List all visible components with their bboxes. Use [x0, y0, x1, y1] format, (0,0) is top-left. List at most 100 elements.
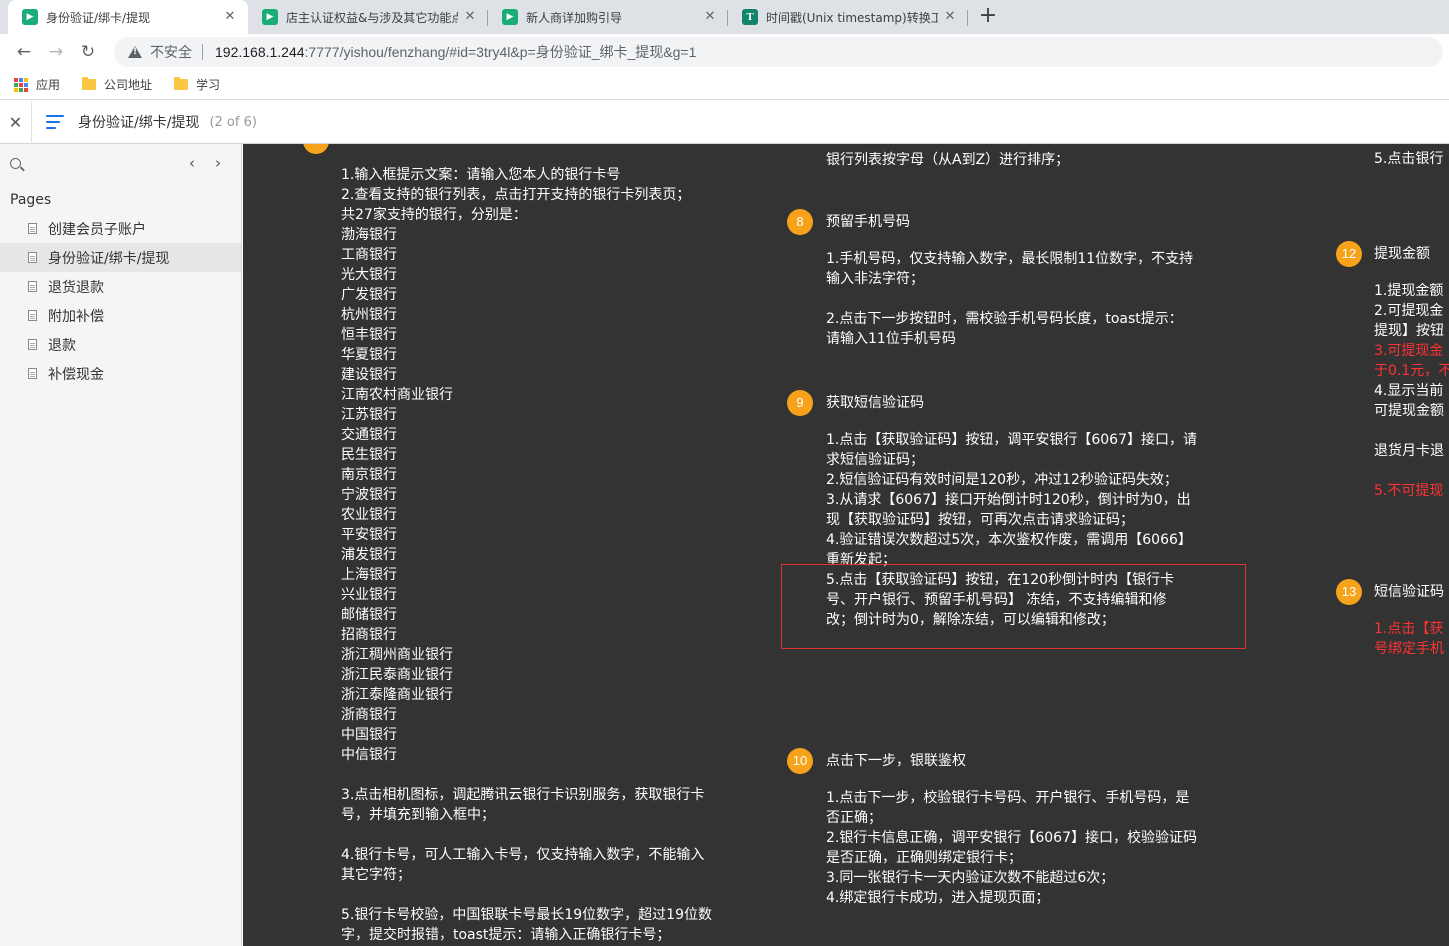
bank-card-notes: 1.输入框提示文案：请输入您本人的银行卡号 2.查看支持的银行列表，点击打开支持的… [341, 165, 712, 945]
sidebar-item-label: 退货退款 [48, 279, 104, 296]
note-line: 杭州银行 [341, 307, 397, 323]
sidebar-item-create-member[interactable]: 创建会员子账户 [0, 214, 241, 243]
note-line: 2.可提现金 [1374, 303, 1444, 319]
search-icon[interactable] [10, 157, 21, 169]
tab-title: 店主认证权益&与涉及其它功能点 [286, 10, 458, 25]
note-line: 5.点击银行 [1374, 151, 1444, 167]
section-title: 获取短信验证码 [826, 395, 924, 411]
browser-tab-3[interactable]: ▶ 新人商详加购引导 ✕ [488, 0, 728, 34]
folder-icon [82, 77, 97, 90]
sidebar-item-return-refund[interactable]: 退货退款 [0, 272, 241, 301]
note-line: 招商银行 [341, 627, 397, 643]
sidebar-item-refund[interactable]: 退款 [0, 330, 241, 359]
note-line: 4.显示当前 [1374, 383, 1444, 399]
note-line: 3.可提现金 [1374, 343, 1444, 359]
note-line: 2.点击下一步按钮时，需校验手机号码长度，toast提示： [826, 311, 1183, 327]
axure-icon: ▶ [502, 9, 518, 25]
sidebar-item-label: 身份验证/绑卡/提现 [48, 250, 170, 267]
bookmark-folder-study[interactable]: 学习 [174, 76, 220, 93]
note-line: 浦发银行 [341, 547, 397, 563]
note-line: 1.输入框提示文案：请输入您本人的银行卡号 [341, 167, 621, 183]
note-line [341, 765, 712, 785]
note-line: 光大银行 [341, 267, 397, 283]
tab-strip: ▶ 身份验证/绑卡/提现 ✕ ▶ 店主认证权益&与涉及其它功能点 ✕ ▶ 新人商… [0, 0, 1449, 34]
close-sidebar-icon[interactable]: ✕ [0, 100, 32, 144]
note-line: 江南农村商业银行 [341, 387, 453, 403]
note-line: 输入非法字符； [826, 271, 924, 287]
browser-tab-2[interactable]: ▶ 店主认证权益&与涉及其它功能点 ✕ [248, 0, 488, 34]
note-line: 宁波银行 [341, 487, 397, 503]
section-badge [303, 144, 329, 154]
warning-icon[interactable] [128, 46, 142, 58]
close-tab-icon[interactable]: ✕ [702, 9, 718, 25]
note-line: 否正确； [826, 810, 882, 826]
note-line: 华夏银行 [341, 347, 397, 363]
next-page-icon[interactable]: › [205, 154, 231, 172]
t-icon: T [742, 9, 758, 25]
note-line [341, 885, 712, 905]
note-line: 2.短信验证码有效时间是120秒，冲过12秒验证码失效； [826, 472, 1178, 488]
menu-icon[interactable] [46, 111, 64, 133]
note-line: 建设银行 [341, 367, 397, 383]
page-count: (2 of 6) [209, 114, 257, 130]
note-line [341, 825, 712, 845]
url-host: 192.168.1.244 [215, 44, 305, 60]
back-icon[interactable]: ← [10, 38, 38, 66]
bookmark-folder-company[interactable]: 公司地址 [82, 76, 152, 93]
previous-page-icon[interactable]: ‹ [179, 154, 205, 172]
note-line: 2.查看支持的银行列表，点击打开支持的银行卡列表页； [341, 187, 691, 203]
browser-tab-4[interactable]: T 时间戳(Unix timestamp)转换工具 ✕ [728, 0, 968, 34]
bookmark-label: 公司地址 [104, 78, 153, 92]
note-line: 提现】按钮 [1374, 323, 1444, 339]
axure-icon: ▶ [262, 9, 278, 25]
section-title: 点击下一步，银联鉴权 [826, 753, 966, 769]
insecure-label[interactable]: 不安全 [150, 42, 192, 62]
close-tab-icon[interactable]: ✕ [222, 9, 238, 25]
section-badge: 8 [787, 209, 813, 235]
tab-title: 身份验证/绑卡/提现 [46, 10, 151, 25]
section-badge: 10 [787, 748, 813, 774]
new-tab-button[interactable]: + [974, 3, 1002, 31]
reload-icon[interactable]: ↻ [74, 38, 102, 66]
note-line: 于0.1元，不 [1374, 363, 1449, 379]
note-line: 渤海银行 [341, 227, 397, 243]
sidebar-item-extra-compensation[interactable]: 附加补偿 [0, 301, 241, 330]
prototype-canvas: 1.输入框提示文案：请输入您本人的银行卡号 2.查看支持的银行列表，点击打开支持的… [243, 144, 1449, 946]
note-line: 号绑定手机 [1374, 641, 1444, 657]
note-line: 2.银行卡信息正确，调平安银行【6067】接口，校验验证码 [826, 830, 1197, 846]
forward-icon[interactable]: → [42, 38, 70, 66]
note-line: 求短信验证码； [826, 452, 924, 468]
page-title: 身份验证/绑卡/提现 [78, 115, 200, 131]
close-tab-icon[interactable]: ✕ [462, 9, 478, 25]
note-line: 1.点击【获 [1374, 621, 1444, 637]
url-path: :7777/yishou/fenzhang/#id=3try4l&p=身份验证_… [304, 44, 697, 60]
navigation-bar: ← → ↻ 不安全 192.168.1.244:7777/yishou/fenz… [0, 34, 1449, 70]
note-line: 4.绑定银行卡成功，进入提现页面； [826, 890, 1050, 906]
sidebar-item-label: 退款 [48, 337, 76, 354]
note-line: 工商银行 [341, 247, 397, 263]
page-icon [28, 252, 37, 263]
bookmark-apps[interactable]: 应用 [14, 76, 60, 93]
note-line: 恒丰银行 [341, 327, 397, 343]
note-line: 退货月卡退 [1374, 443, 1444, 459]
note-line: 中国银行 [341, 727, 397, 743]
note-line: 交通银行 [341, 427, 397, 443]
section-badge: 13 [1336, 579, 1362, 605]
pages-heading: Pages [10, 192, 52, 208]
note-line: 兴业银行 [341, 587, 397, 603]
phone-number-notes: 1.手机号码，仅支持输入数字，最长限制11位数字，不支持 输入非法字符； 2.点击下… [826, 249, 1193, 349]
bookmark-label: 学习 [196, 78, 221, 92]
sidebar-item-cash-compensation[interactable]: 补偿现金 [0, 359, 241, 388]
url-text[interactable]: 192.168.1.244:7777/yishou/fenzhang/#id=3… [215, 42, 696, 62]
close-tab-icon[interactable]: ✕ [942, 9, 958, 25]
sidebar-item-verify-bind-withdraw[interactable]: 身份验证/绑卡/提现 [0, 243, 241, 272]
note-line: 5.不可提现 [1374, 483, 1444, 499]
note-line: 可提现金额 [1374, 403, 1444, 419]
address-bar[interactable]: 不安全 192.168.1.244:7777/yishou/fenzhang/#… [114, 37, 1443, 67]
note-line [1374, 461, 1449, 481]
browser-tab-1[interactable]: ▶ 身份验证/绑卡/提现 ✕ [8, 0, 248, 34]
note-line: 3.点击相机图标，调起腾讯云银行卡识别服务，获取银行卡 [341, 787, 705, 803]
section-badge: 12 [1336, 241, 1362, 267]
note-line: 南京银行 [341, 467, 397, 483]
tab-divider [967, 10, 968, 26]
